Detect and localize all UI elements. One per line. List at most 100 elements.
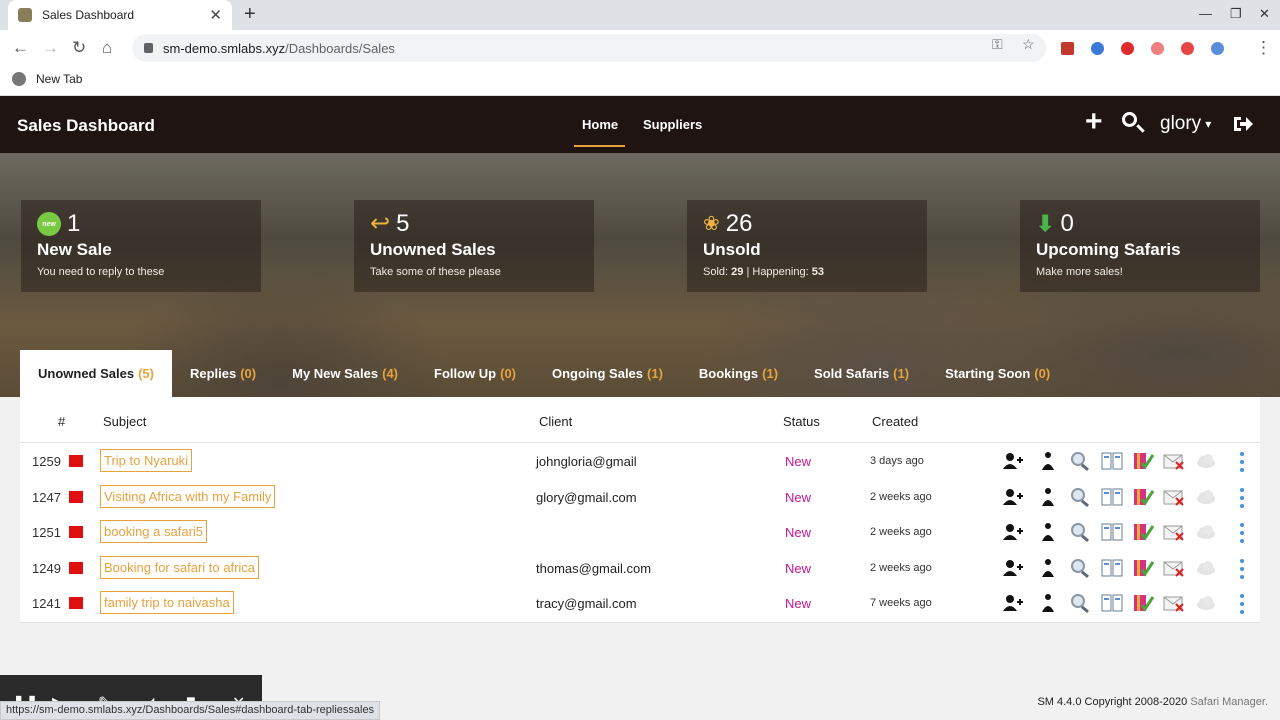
extension-icon[interactable] <box>1121 42 1134 55</box>
key-icon[interactable]: ⚿ <box>992 36 1003 53</box>
add-user-icon[interactable] <box>1002 522 1024 542</box>
col-created[interactable]: Created <box>872 414 918 429</box>
card-upcoming-safaris[interactable]: ⬇ 0 Upcoming Safaris Make more sales! <box>1020 200 1260 292</box>
cloud-icon[interactable] <box>1195 487 1217 507</box>
extension-icon[interactable] <box>1181 42 1194 55</box>
table-row[interactable]: 1241 family trip to naivasha tracy@gmail.c… <box>20 586 1260 621</box>
search-icon[interactable] <box>1069 522 1091 542</box>
nav-home[interactable]: Home <box>582 117 618 132</box>
assign-person-icon[interactable] <box>1037 451 1059 471</box>
tab-ongoing-sales[interactable]: Ongoing Sales (1) <box>534 350 681 397</box>
card-new-sale[interactable]: new 1 New Sale You need to reply to thes… <box>21 200 261 292</box>
tab-unowned-sales[interactable]: Unowned Sales (5) <box>20 350 172 397</box>
cloud-icon[interactable] <box>1195 593 1217 613</box>
table-row[interactable]: 1259 Trip to Nyaruki johngloria@gmail New 3 … <box>20 444 1260 479</box>
search-icon[interactable] <box>1069 451 1091 471</box>
minimize-icon[interactable]: — <box>1199 6 1212 21</box>
app-brand[interactable]: Sales Dashboard <box>17 116 155 136</box>
tab-starting-soon[interactable]: Starting Soon (0) <box>927 350 1068 397</box>
col-status[interactable]: Status <box>783 414 820 429</box>
extension-icon[interactable] <box>1151 42 1164 55</box>
cloud-icon[interactable] <box>1195 522 1217 542</box>
compare-icon[interactable] <box>1101 522 1123 542</box>
more-icon[interactable] <box>1240 487 1246 508</box>
book-icon[interactable] <box>1132 593 1154 613</box>
back-icon[interactable]: ← <box>12 38 29 58</box>
cloud-icon[interactable] <box>1195 558 1217 578</box>
tab-follow-up[interactable]: Follow Up (0) <box>416 350 534 397</box>
row-subject-link[interactable]: Visiting Africa with my Family <box>100 484 276 508</box>
tab-label: Ongoing Sales <box>552 366 644 381</box>
more-icon[interactable] <box>1240 594 1246 614</box>
close-window-icon[interactable]: ✕ <box>1259 6 1270 22</box>
star-icon[interactable]: ☆ <box>1022 36 1035 53</box>
table-row[interactable]: 1249 Booking for safari to africa thomas@g… <box>20 551 1260 586</box>
browser-menu-icon[interactable]: ⋮ <box>1255 38 1272 58</box>
assign-person-icon[interactable] <box>1037 522 1059 542</box>
user-menu[interactable]: glory ▾ <box>1160 113 1211 135</box>
card-unowned-sales[interactable]: ↩ 5 Unowned Sales Take some of these ple… <box>354 200 594 292</box>
table-row[interactable]: 1251 booking a safari5 New 2 weeks ago <box>20 515 1260 550</box>
add-user-icon[interactable] <box>1002 558 1024 578</box>
tab-sold-safaris[interactable]: Sold Safaris (1) <box>796 350 927 397</box>
more-icon[interactable] <box>1240 523 1246 543</box>
search-icon[interactable] <box>1122 112 1137 127</box>
search-icon[interactable] <box>1069 558 1091 578</box>
row-subject-link[interactable]: Booking for safari to africa <box>100 555 260 579</box>
email-delete-icon[interactable] <box>1163 522 1185 542</box>
plus-icon[interactable]: + <box>1085 107 1103 137</box>
sold-label: Sold: <box>703 266 729 278</box>
more-icon[interactable] <box>1240 452 1246 472</box>
email-delete-icon[interactable] <box>1163 451 1185 471</box>
row-subject-link[interactable]: Trip to Nyaruki <box>100 449 193 472</box>
search-icon[interactable] <box>1069 487 1091 507</box>
cloud-icon[interactable] <box>1195 451 1217 471</box>
email-delete-icon[interactable] <box>1163 558 1185 578</box>
tab-replies[interactable]: Replies (0) <box>172 350 274 397</box>
add-user-icon[interactable] <box>1002 487 1024 507</box>
col-number[interactable]: # <box>58 414 65 429</box>
add-user-icon[interactable] <box>1002 451 1024 471</box>
address-bar[interactable]: sm-demo.smlabs.xyz/Dashboards/Sales <box>132 34 1046 62</box>
bookmark-new-tab[interactable]: New Tab <box>12 72 82 86</box>
browser-tab[interactable]: Sales Dashboard ✕ <box>8 0 232 30</box>
col-client[interactable]: Client <box>539 414 572 429</box>
close-tab-icon[interactable]: ✕ <box>209 6 222 24</box>
assign-person-icon[interactable] <box>1037 558 1059 578</box>
card-unsold[interactable]: ❀ 26 Unsold Sold: 29 | Happening: 53 <box>687 200 927 292</box>
tab-bookings[interactable]: Bookings (1) <box>681 350 796 397</box>
compare-icon[interactable] <box>1101 487 1123 507</box>
tab-label: Bookings <box>698 366 759 381</box>
book-icon[interactable] <box>1132 451 1154 471</box>
compare-icon[interactable] <box>1101 451 1123 471</box>
pdf-extension-icon[interactable] <box>1061 42 1074 55</box>
home-icon[interactable]: ⌂ <box>102 38 112 58</box>
forward-icon[interactable]: → <box>42 38 59 58</box>
row-subject-link[interactable]: booking a safari5 <box>100 520 208 543</box>
compare-icon[interactable] <box>1101 558 1123 578</box>
col-subject[interactable]: Subject <box>103 414 146 429</box>
tab-my-new-sales[interactable]: My New Sales (4) <box>274 350 416 397</box>
assign-person-icon[interactable] <box>1037 487 1059 507</box>
compare-icon[interactable] <box>1101 593 1123 613</box>
book-icon[interactable] <box>1132 558 1154 578</box>
extension-icon[interactable] <box>1091 42 1104 55</box>
assign-person-icon[interactable] <box>1037 593 1059 613</box>
search-icon[interactable] <box>1069 593 1091 613</box>
nav-suppliers[interactable]: Suppliers <box>643 117 702 132</box>
extension-icon[interactable] <box>1211 42 1224 55</box>
footer-brand[interactable]: Safari Manager. <box>1190 696 1268 708</box>
email-delete-icon[interactable] <box>1163 487 1185 507</box>
restore-icon[interactable]: ❐ <box>1230 6 1242 22</box>
reload-icon[interactable]: ↻ <box>72 38 86 58</box>
more-icon[interactable] <box>1240 558 1246 579</box>
table-row[interactable]: 1247 Visiting Africa with my Family glory@… <box>20 480 1260 515</box>
book-icon[interactable] <box>1132 487 1154 507</box>
row-subject-link[interactable]: family trip to naivasha <box>100 591 234 614</box>
add-user-icon[interactable] <box>1002 593 1024 613</box>
new-tab-icon[interactable]: + <box>244 4 256 24</box>
row-status: New <box>785 596 812 611</box>
email-delete-icon[interactable] <box>1163 593 1185 613</box>
logout-icon[interactable] <box>1232 114 1254 134</box>
book-icon[interactable] <box>1132 522 1154 542</box>
